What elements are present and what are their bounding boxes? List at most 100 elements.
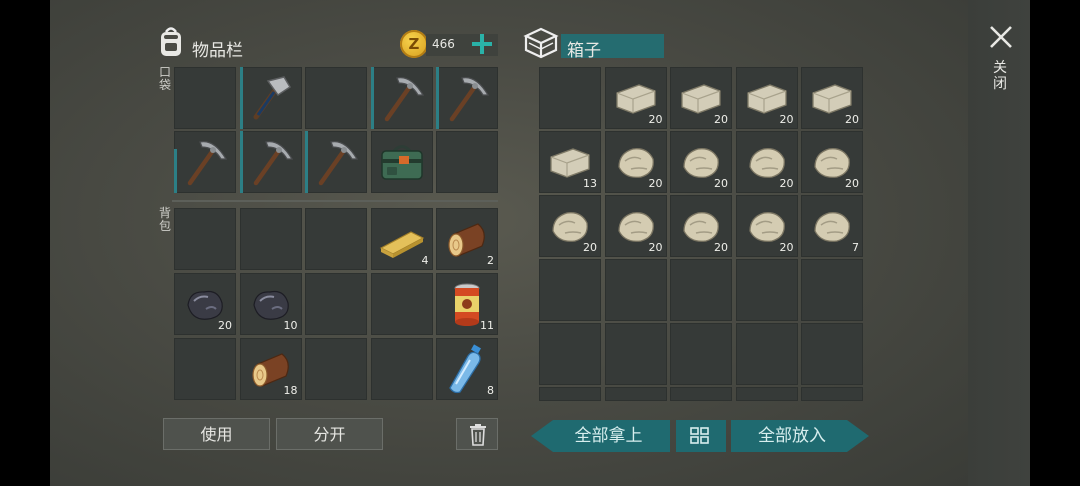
pocket-slot[interactable] bbox=[239, 67, 302, 129]
item-count: 11 bbox=[480, 319, 494, 332]
box-slot[interactable]: 7 bbox=[801, 195, 863, 257]
box-slot[interactable]: 20 bbox=[604, 67, 667, 129]
box-slot[interactable] bbox=[604, 323, 667, 385]
box-slot[interactable]: 20 bbox=[735, 195, 798, 257]
pocket-slot[interactable] bbox=[436, 131, 498, 193]
box-slot[interactable] bbox=[801, 323, 863, 385]
pocket-divider bbox=[172, 200, 498, 202]
box-slot[interactable] bbox=[735, 259, 798, 321]
box-icon bbox=[523, 27, 559, 59]
backpack-slot[interactable] bbox=[174, 338, 236, 400]
box-slot[interactable]: 20 bbox=[670, 67, 732, 129]
backpack-label: 背包 bbox=[159, 206, 172, 233]
pocket-slot[interactable] bbox=[436, 67, 498, 129]
box-slot[interactable]: 20 bbox=[801, 67, 863, 129]
box-slot[interactable] bbox=[801, 387, 863, 401]
item-count: 8 bbox=[487, 384, 494, 397]
box-slot[interactable] bbox=[539, 67, 601, 129]
box-slot[interactable] bbox=[670, 259, 732, 321]
backpack-slot[interactable]: 2 bbox=[436, 208, 498, 270]
box-slot[interactable]: 20 bbox=[604, 131, 667, 193]
add-coins-button[interactable] bbox=[470, 32, 494, 56]
delete-button[interactable] bbox=[456, 418, 498, 450]
close-label: 关闭 bbox=[993, 60, 1007, 92]
split-button[interactable]: 分开 bbox=[276, 418, 383, 450]
item-count: 20 bbox=[648, 177, 663, 190]
box-slot[interactable]: 20 bbox=[670, 195, 732, 257]
box-slot[interactable]: 20 bbox=[735, 67, 798, 129]
pocket-slot[interactable] bbox=[174, 131, 236, 193]
backpack-slot[interactable] bbox=[305, 273, 367, 335]
item-count: 20 bbox=[648, 241, 663, 254]
box-slot[interactable] bbox=[539, 387, 601, 401]
item-count: 20 bbox=[218, 319, 232, 332]
item-count: 20 bbox=[714, 241, 728, 254]
pocket-slot[interactable] bbox=[239, 131, 302, 193]
item-count: 20 bbox=[845, 177, 859, 190]
item-count: 20 bbox=[779, 241, 794, 254]
trash-icon bbox=[470, 424, 486, 446]
box-slot[interactable]: 20 bbox=[801, 131, 863, 193]
item-count: 4 bbox=[421, 254, 429, 267]
backpack-slot[interactable]: 10 bbox=[239, 273, 302, 335]
backpack-slot[interactable] bbox=[239, 208, 302, 270]
backpack-slot[interactable] bbox=[370, 338, 433, 400]
backpack-slot[interactable]: 20 bbox=[174, 273, 236, 335]
box-slot[interactable] bbox=[801, 259, 863, 321]
backpack-slot[interactable]: 18 bbox=[239, 338, 302, 400]
box-slot[interactable]: 20 bbox=[670, 131, 732, 193]
item-count: 7 bbox=[852, 241, 859, 254]
box-title: 箱子 bbox=[567, 41, 601, 61]
close-button[interactable] bbox=[986, 22, 1016, 52]
box-slot[interactable] bbox=[670, 387, 732, 401]
box-slot[interactable] bbox=[735, 323, 798, 385]
close-icon bbox=[990, 26, 1012, 48]
backpack-icon bbox=[161, 27, 181, 56]
backpack-slot[interactable] bbox=[305, 338, 367, 400]
box-slot[interactable] bbox=[604, 259, 667, 321]
grid-icon bbox=[690, 427, 709, 444]
item-count: 20 bbox=[779, 113, 794, 126]
item-count: 20 bbox=[845, 113, 859, 126]
sort-button[interactable] bbox=[676, 420, 726, 452]
put-all-button[interactable]: 全部放入 bbox=[731, 420, 869, 452]
box-slot[interactable] bbox=[670, 323, 732, 385]
pocket-slot[interactable] bbox=[305, 67, 367, 129]
coin-icon: Z bbox=[400, 30, 428, 58]
box-slot[interactable] bbox=[735, 387, 798, 401]
item-count: 18 bbox=[283, 384, 298, 397]
inventory-title: 物品栏 bbox=[192, 41, 243, 61]
item-count: 20 bbox=[714, 177, 728, 190]
backpack-slot[interactable] bbox=[174, 208, 236, 270]
backpack-slot[interactable] bbox=[370, 273, 433, 335]
item-count: 2 bbox=[487, 254, 494, 267]
item-count: 20 bbox=[714, 113, 728, 126]
pocket-slot[interactable] bbox=[174, 67, 236, 129]
take-all-button[interactable]: 全部拿上 bbox=[531, 420, 670, 452]
item-count: 20 bbox=[583, 241, 597, 254]
item-count: 20 bbox=[779, 177, 794, 190]
backpack-slot[interactable]: 8 bbox=[436, 338, 498, 400]
pocket-slot[interactable] bbox=[305, 131, 367, 193]
plus-icon-vertical bbox=[480, 34, 484, 54]
take-all-label: 全部拿上 bbox=[574, 426, 643, 446]
pocket-slot[interactable] bbox=[370, 131, 433, 193]
box-slot[interactable] bbox=[539, 323, 601, 385]
box-slot[interactable]: 20 bbox=[604, 195, 667, 257]
box-slot[interactable]: 20 bbox=[735, 131, 798, 193]
item-count: 20 bbox=[648, 113, 663, 126]
box-slot[interactable] bbox=[604, 387, 667, 401]
put-all-label: 全部放入 bbox=[758, 426, 826, 446]
screen-edge bbox=[1030, 0, 1080, 486]
coin-count: 466 bbox=[432, 37, 455, 51]
item-count: 10 bbox=[283, 319, 298, 332]
backpack-slot[interactable] bbox=[305, 208, 367, 270]
box-slot[interactable]: 13 bbox=[539, 131, 601, 193]
pocket-slot[interactable] bbox=[370, 67, 433, 129]
box-slot[interactable] bbox=[539, 259, 601, 321]
item-count: 13 bbox=[583, 177, 597, 190]
backpack-slot[interactable]: 4 bbox=[370, 208, 433, 270]
backpack-slot[interactable]: 11 bbox=[436, 273, 498, 335]
box-slot[interactable]: 20 bbox=[539, 195, 601, 257]
use-button[interactable]: 使用 bbox=[163, 418, 270, 450]
